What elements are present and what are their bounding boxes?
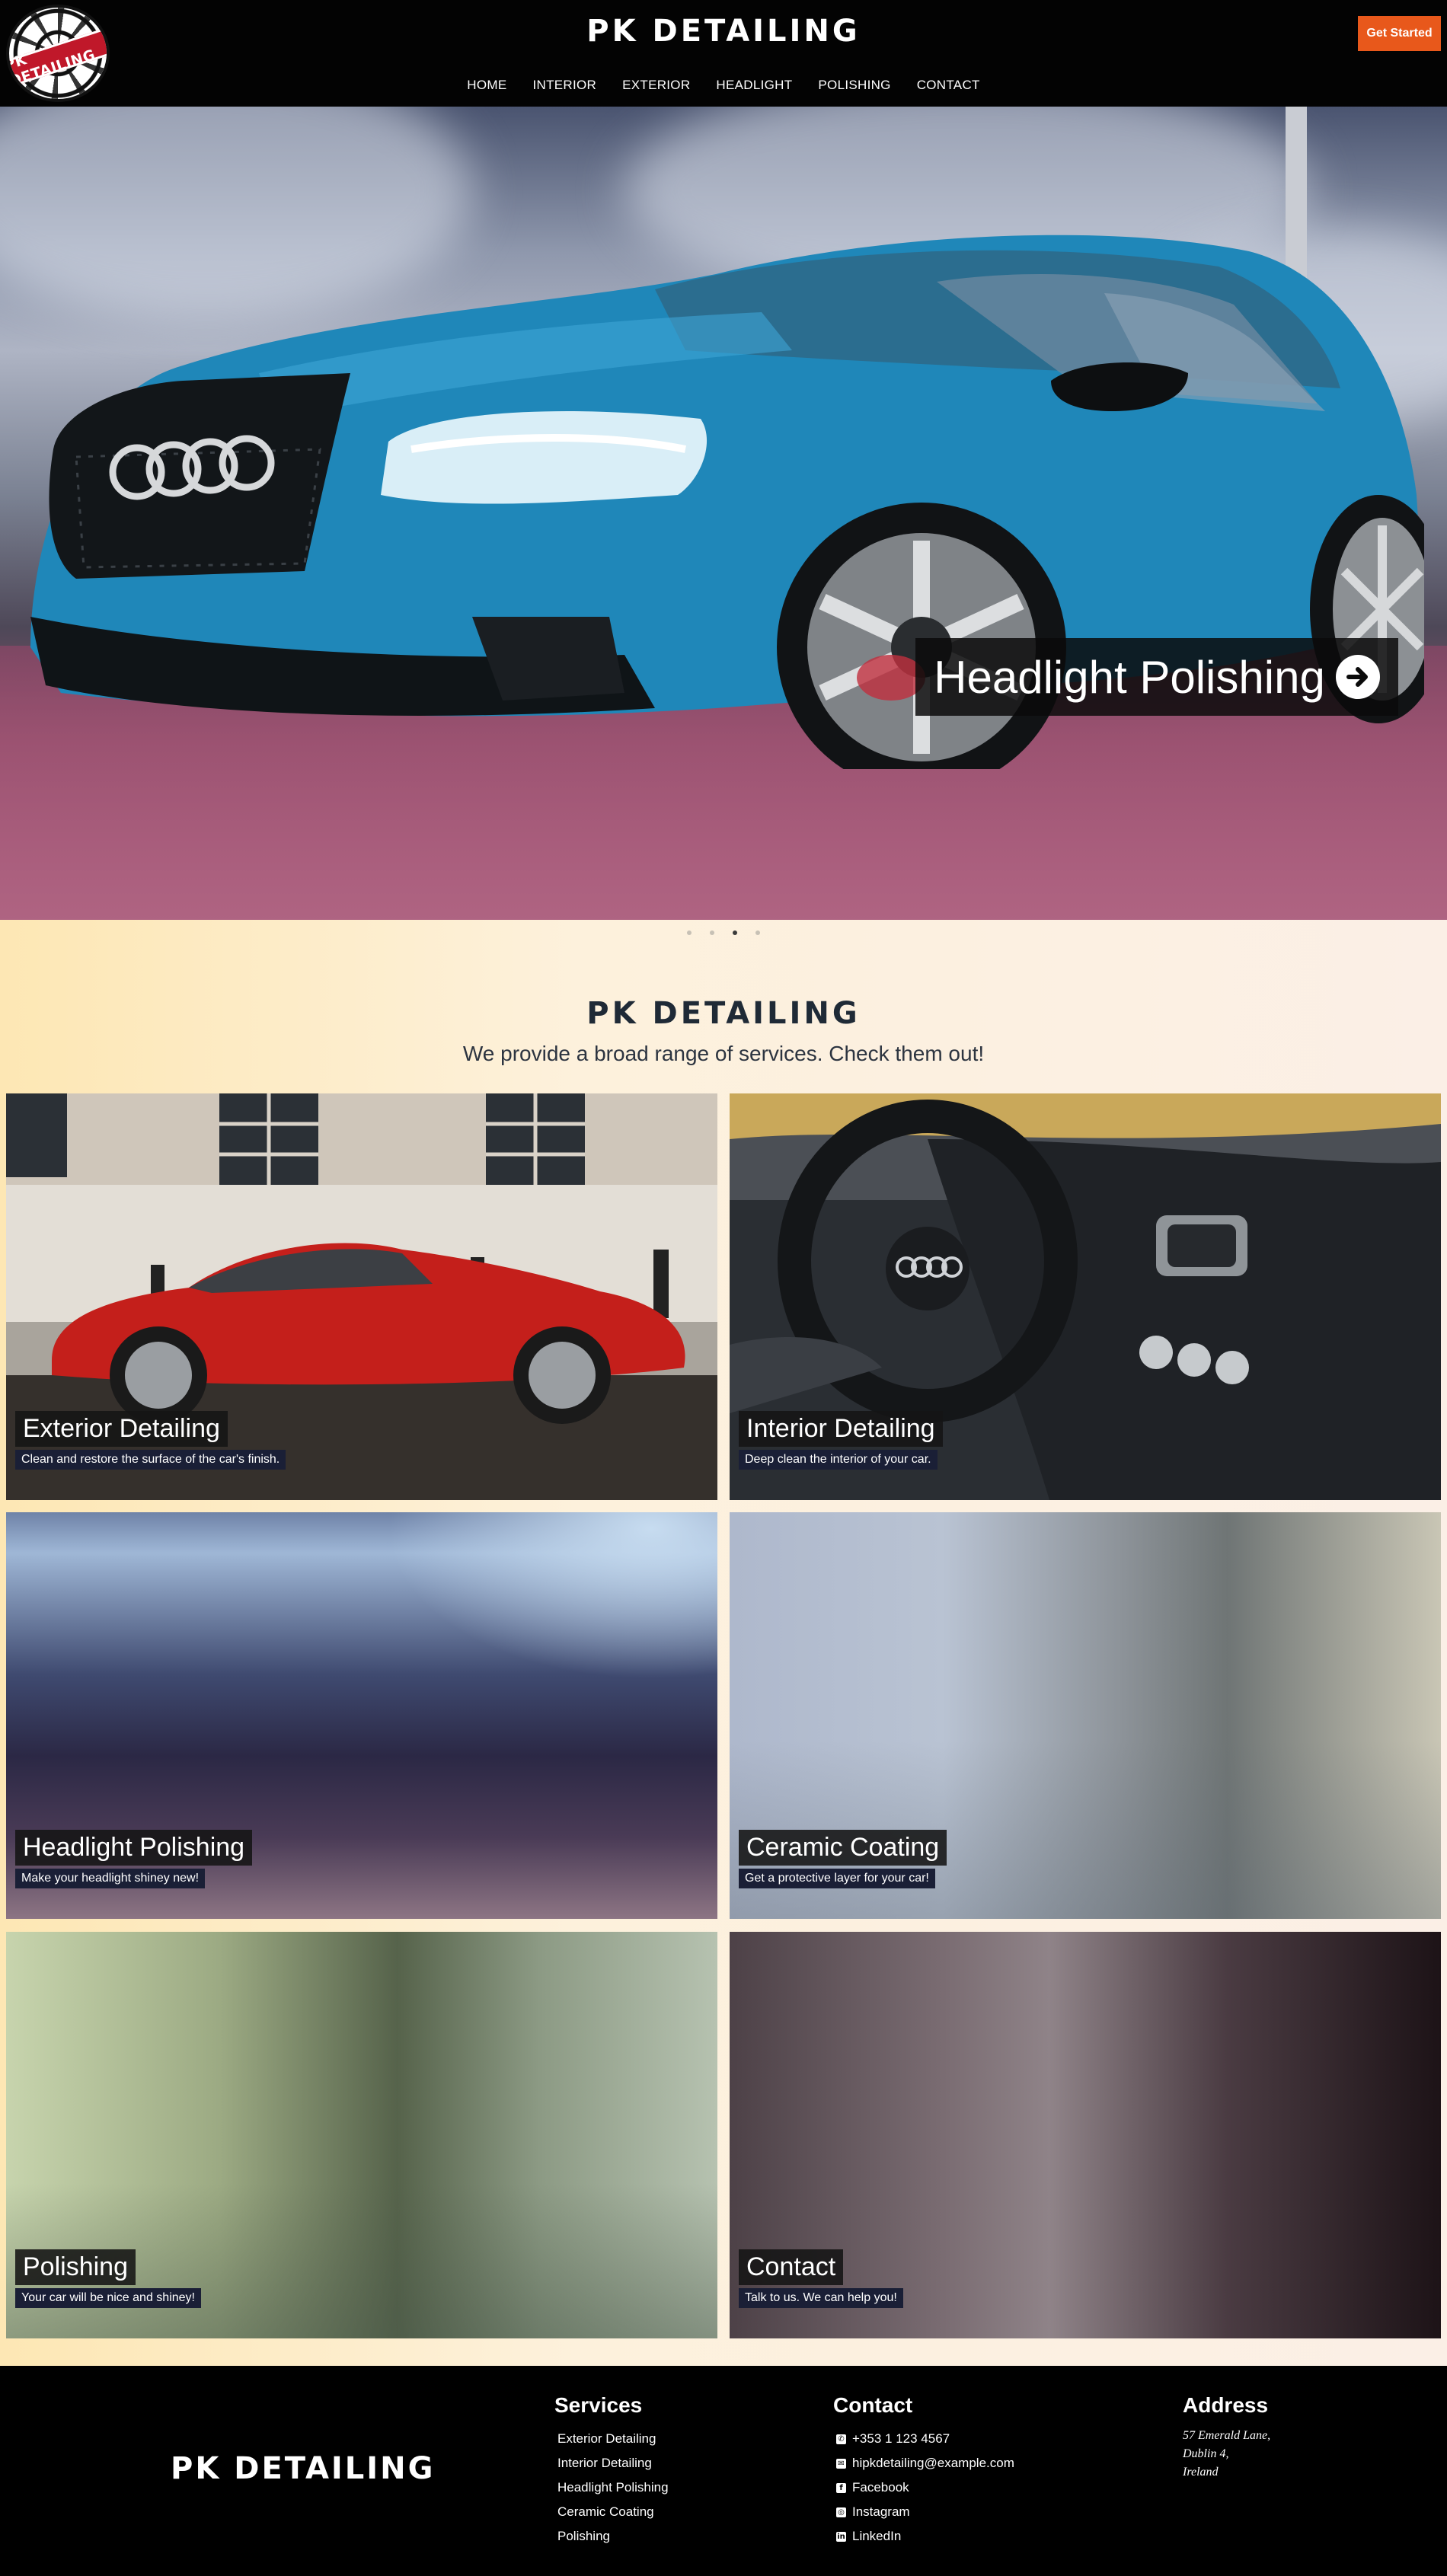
service-card-ceramic-coating[interactable]: Ceramic Coating Get a protective layer f… <box>730 1512 1441 1919</box>
nav-interior[interactable]: INTERIOR <box>532 78 596 93</box>
card-title: Polishing <box>15 2249 136 2285</box>
carousel-dot-active[interactable] <box>733 930 737 935</box>
footer-contact-label: LinkedIn <box>852 2529 902 2543</box>
footer-link[interactable]: Interior Detailing <box>554 2451 669 2475</box>
footer-address: Address 57 Emerald Lane, Dublin 4, Irela… <box>1183 2393 1270 2482</box>
get-started-button[interactable]: Get Started <box>1358 16 1441 51</box>
footer-link[interactable]: Headlight Polishing <box>554 2475 669 2500</box>
phone-icon: ✆ <box>836 2434 846 2444</box>
card-description: Clean and restore the surface of the car… <box>15 1450 286 1470</box>
address-line: Dublin 4, <box>1183 2447 1229 2460</box>
nav-polishing[interactable]: POLISHING <box>818 78 890 93</box>
nav-home[interactable]: HOME <box>467 78 506 93</box>
carousel-dot[interactable] <box>687 930 692 935</box>
main-nav: HOME INTERIOR EXTERIOR HEADLIGHT POLISHI… <box>0 78 1447 93</box>
site-title: PK DETAILING <box>586 14 861 49</box>
footer-contact: Contact ✆ +353 1 123 4567 ✉ hipkdetailin… <box>833 2393 1014 2549</box>
card-title: Contact <box>739 2249 844 2285</box>
footer-contact-label: hipkdetailing@example.com <box>852 2456 1014 2470</box>
footer-contact-linkedin[interactable]: in LinkedIn <box>833 2524 1014 2549</box>
service-card-exterior[interactable]: Exterior Detailing Clean and restore the… <box>6 1093 717 1500</box>
card-title: Exterior Detailing <box>15 1411 228 1447</box>
nav-contact[interactable]: CONTACT <box>917 78 980 93</box>
carousel-dot[interactable] <box>710 930 714 935</box>
address-line: Ireland <box>1183 2466 1219 2479</box>
footer-contact-instagram[interactable]: ◎ Instagram <box>833 2500 1014 2524</box>
service-card-headlight-polishing[interactable]: Headlight Polishing Make your headlight … <box>6 1512 717 1919</box>
nav-exterior[interactable]: EXTERIOR <box>622 78 690 93</box>
footer-brand: PK DETAILING <box>171 2451 436 2486</box>
footer-link[interactable]: Exterior Detailing <box>554 2427 669 2451</box>
hero-caption-text: Headlight Polishing <box>934 651 1325 703</box>
footer-contact-email[interactable]: ✉ hipkdetailing@example.com <box>833 2451 1014 2475</box>
card-title: Interior Detailing <box>739 1411 943 1447</box>
carousel-indicators <box>0 930 1447 935</box>
card-description: Talk to us. We can help you! <box>739 2288 903 2308</box>
address-line: 57 Emerald Lane, <box>1183 2429 1271 2442</box>
service-card-interior[interactable]: Interior Detailing Deep clean the interi… <box>730 1093 1441 1500</box>
arrow-right-circle-icon[interactable] <box>1335 655 1380 699</box>
blurred-image <box>387 1512 717 1680</box>
instagram-icon: ◎ <box>836 2507 846 2517</box>
site-header: PK DETAILING PK DETAILING HOME INTERIOR … <box>0 0 1447 107</box>
card-description: Deep clean the interior of your car. <box>739 1450 938 1470</box>
footer-contact-heading: Contact <box>833 2393 913 2417</box>
card-description: Get a protective layer for your car! <box>739 1869 935 1888</box>
footer-contact-label: Instagram <box>852 2504 910 2519</box>
site-footer: PK DETAILING Services Exterior Detailing… <box>0 2366 1447 2576</box>
footer-services: Services Exterior Detailing Interior Det… <box>554 2393 669 2549</box>
card-description: Your car will be nice and shiney! <box>15 2288 201 2308</box>
hero-carousel[interactable]: Headlight Polishing <box>0 107 1447 920</box>
card-title: Headlight Polishing <box>15 1830 253 1866</box>
services-subtitle: We provide a broad range of services. Ch… <box>462 1042 985 1065</box>
facebook-icon: f <box>836 2482 846 2493</box>
services-title: PK DETAILING <box>586 996 861 1031</box>
footer-contact-label: Facebook <box>852 2480 909 2495</box>
footer-link[interactable]: Ceramic Coating <box>554 2500 669 2524</box>
hero-caption[interactable]: Headlight Polishing <box>915 638 1398 716</box>
footer-address-heading: Address <box>1183 2393 1269 2417</box>
footer-contact-phone[interactable]: ✆ +353 1 123 4567 <box>833 2427 1014 2451</box>
carousel-dot[interactable] <box>755 930 760 935</box>
service-card-contact[interactable]: Contact Talk to us. We can help you! <box>730 1932 1441 2338</box>
card-description: Make your headlight shiney new! <box>15 1869 206 1888</box>
service-card-polishing[interactable]: Polishing Your car will be nice and shin… <box>6 1932 717 2338</box>
footer-link[interactable]: Polishing <box>554 2524 669 2549</box>
mail-icon: ✉ <box>836 2458 846 2469</box>
nav-headlight[interactable]: HEADLIGHT <box>716 78 792 93</box>
card-title: Ceramic Coating <box>739 1830 947 1866</box>
footer-contact-facebook[interactable]: f Facebook <box>833 2475 1014 2500</box>
footer-contact-label: +353 1 123 4567 <box>852 2431 950 2446</box>
linkedin-icon: in <box>836 2531 846 2542</box>
footer-services-heading: Services <box>554 2393 643 2417</box>
